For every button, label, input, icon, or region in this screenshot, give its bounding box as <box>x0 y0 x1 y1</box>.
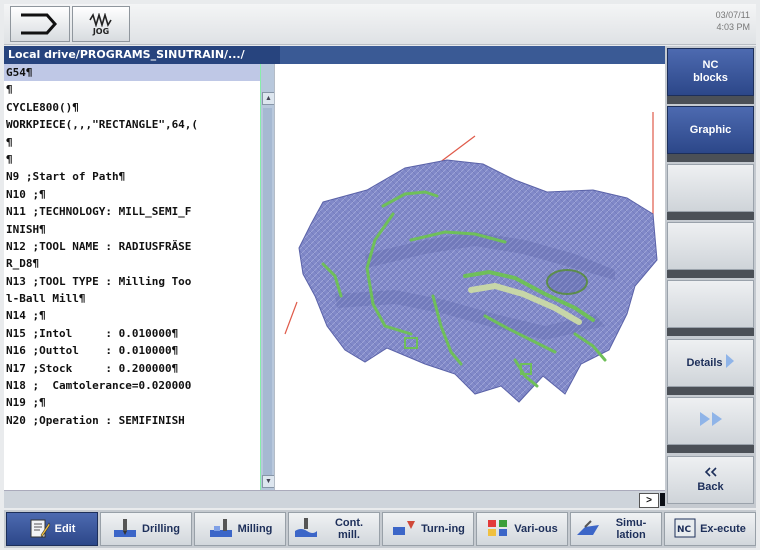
softkey-separator <box>667 154 754 162</box>
nc-code-line[interactable]: CYCLE800()¶ <box>4 99 260 116</box>
nc-code-line[interactable]: ¶ <box>4 151 260 168</box>
scroll-right-button[interactable]: > <box>639 493 659 508</box>
nc-code-line[interactable]: N12 ;TOOL NAME : RADIUSFRÄSE <box>4 238 260 255</box>
softkey-separator <box>667 270 754 278</box>
program-path-bar: Local drive/PROGRAMS_SINUTRAIN/.../ <box>4 46 280 64</box>
softkey-milling[interactable]: Milling <box>194 512 286 546</box>
nc-code-line[interactable]: N10 ;¶ <box>4 186 260 203</box>
softkey-label: Graphic <box>689 123 732 136</box>
nc-code-line[interactable]: N9 ;Start of Path¶ <box>4 168 260 185</box>
softkey-separator <box>667 328 754 336</box>
softkey-right-graphic[interactable]: Graphic <box>667 106 754 154</box>
scroll-thumb[interactable] <box>263 108 272 478</box>
softkey-separator <box>667 96 754 104</box>
contour-milling-icon <box>293 517 319 542</box>
softkey-label: Cont. mill. <box>334 517 364 541</box>
softkey-drilling[interactable]: Drilling <box>100 512 192 546</box>
softkey-label: Ex-ecute <box>700 523 746 535</box>
softkey-label: Drilling <box>142 523 180 535</box>
drilling-icon <box>112 517 138 542</box>
softkey-cont-mill-[interactable]: Cont. mill. <box>288 512 380 546</box>
softkey-separator <box>667 212 754 220</box>
jog-wave-icon <box>89 12 112 27</box>
double-arrow-right-icon <box>698 411 726 431</box>
nc-code-line[interactable]: WORKPIECE(,,,"RECTANGLE",64,( <box>4 116 260 133</box>
edit-icon <box>29 517 51 542</box>
editor-vertical-scrollbar[interactable]: ▲ ▼ <box>260 64 275 490</box>
nc-code-line[interactable]: N16 ;Outtol : 0.010000¶ <box>4 342 260 359</box>
softkey-right-details[interactable]: Details <box>667 339 754 387</box>
datetime-display: 03/07/11 4:03 PM <box>716 9 750 33</box>
nc-code-line[interactable]: N19 ;¶ <box>4 394 260 411</box>
time-text: 4:03 PM <box>716 22 750 32</box>
nc-code-line[interactable]: N18 ; Camtolerance=0.020000 <box>4 377 260 394</box>
nc-code-line[interactable]: N17 ;Stock : 0.200000¶ <box>4 360 260 377</box>
date-text: 03/07/11 <box>715 10 750 20</box>
hmi-frame: JOG 03/07/11 4:03 PM Local drive/PROGRAM… <box>0 0 760 550</box>
softkey-vari-ous[interactable]: Vari-ous <box>476 512 568 546</box>
various-icon <box>486 517 510 542</box>
svg-text:NC: NC <box>677 525 692 535</box>
graphic-title-bar <box>280 46 665 64</box>
workpiece-surface <box>298 159 658 403</box>
softkey-label: Vari-ous <box>514 523 558 535</box>
double-chevron-left-icon <box>704 466 718 481</box>
nc-code-line[interactable]: R_D8¶ <box>4 255 260 272</box>
softkey-label: Simu-lation <box>615 517 647 541</box>
graphic-view[interactable] <box>274 64 665 490</box>
softkey-separator <box>667 387 754 395</box>
softkey-right-back[interactable]: Back <box>667 456 754 504</box>
nc-code-line[interactable]: N15 ;Intol : 0.010000¶ <box>4 325 260 342</box>
simulation-icon <box>575 517 601 542</box>
turning-icon <box>391 517 417 542</box>
nc-code-line[interactable]: N11 ;TECHNOLOGY: MILL_SEMI_F <box>4 203 260 220</box>
softkey-separator <box>667 445 754 453</box>
nc-code-line[interactable]: N13 ;TOOL TYPE : Milling Too <box>4 273 260 290</box>
softkey-label: Milling <box>237 523 273 535</box>
softkey-label: Turn-ing <box>421 523 465 535</box>
softkey-simu-lation[interactable]: Simu-lation <box>570 512 662 546</box>
nc-execute-icon: NC <box>674 518 696 541</box>
vertical-softkey-bar: NC blocks Graphic Details Back <box>665 46 756 508</box>
softkey-label: Details <box>686 356 723 369</box>
softkey-edit[interactable]: Edit <box>6 512 98 546</box>
softkey-right-empty-4[interactable] <box>667 280 754 328</box>
milling-icon <box>208 517 234 542</box>
softkey-right-nc-blocks[interactable]: NC blocks <box>667 48 754 96</box>
softkey-right-empty-6[interactable] <box>667 397 754 445</box>
jog-label: JOG <box>92 26 110 36</box>
horizontal-scrollbar[interactable]: > <box>4 490 666 508</box>
workpiece-3d-graphic <box>284 112 658 403</box>
header-bar: JOG 03/07/11 4:03 PM <box>4 4 756 45</box>
softkey-right-empty-2[interactable] <box>667 164 754 212</box>
nc-code-line[interactable]: ¶ <box>4 134 260 151</box>
softkey-label: Edit <box>54 523 76 535</box>
horizontal-softkey-bar: Edit Drilling Milling Cont. mill. Turn-ing Va… <box>4 510 756 548</box>
nc-code-line[interactable]: N20 ;Operation : SEMIFINISH <box>4 412 260 429</box>
nc-code-line[interactable]: l-Ball Mill¶ <box>4 290 260 307</box>
softkey-label: NC blocks <box>693 59 728 84</box>
machine-area-icon <box>21 13 58 35</box>
nc-code-line[interactable]: INISH¶ <box>4 221 260 238</box>
softkey-right-empty-3[interactable] <box>667 222 754 270</box>
arrow-right-icon <box>725 353 735 373</box>
jog-mode-button[interactable]: JOG <box>72 6 130 42</box>
softkey-ex-ecute[interactable]: NC Ex-ecute <box>664 512 756 546</box>
nc-code-line[interactable]: G54¶ <box>4 64 260 82</box>
pocket-feature <box>546 269 588 295</box>
softkey-label: Back <box>697 480 724 493</box>
machine-mode-button[interactable] <box>10 6 70 42</box>
axis-line-y <box>284 301 298 335</box>
softkey-turn-ing[interactable]: Turn-ing <box>382 512 474 546</box>
nc-code-line[interactable]: N14 ;¶ <box>4 307 260 324</box>
nc-code-line[interactable]: ¶ <box>4 81 260 98</box>
program-editor[interactable]: G54¶ ¶ CYCLE800()¶ WORKPIECE(,,,"RECTANGLE"… <box>4 64 261 490</box>
